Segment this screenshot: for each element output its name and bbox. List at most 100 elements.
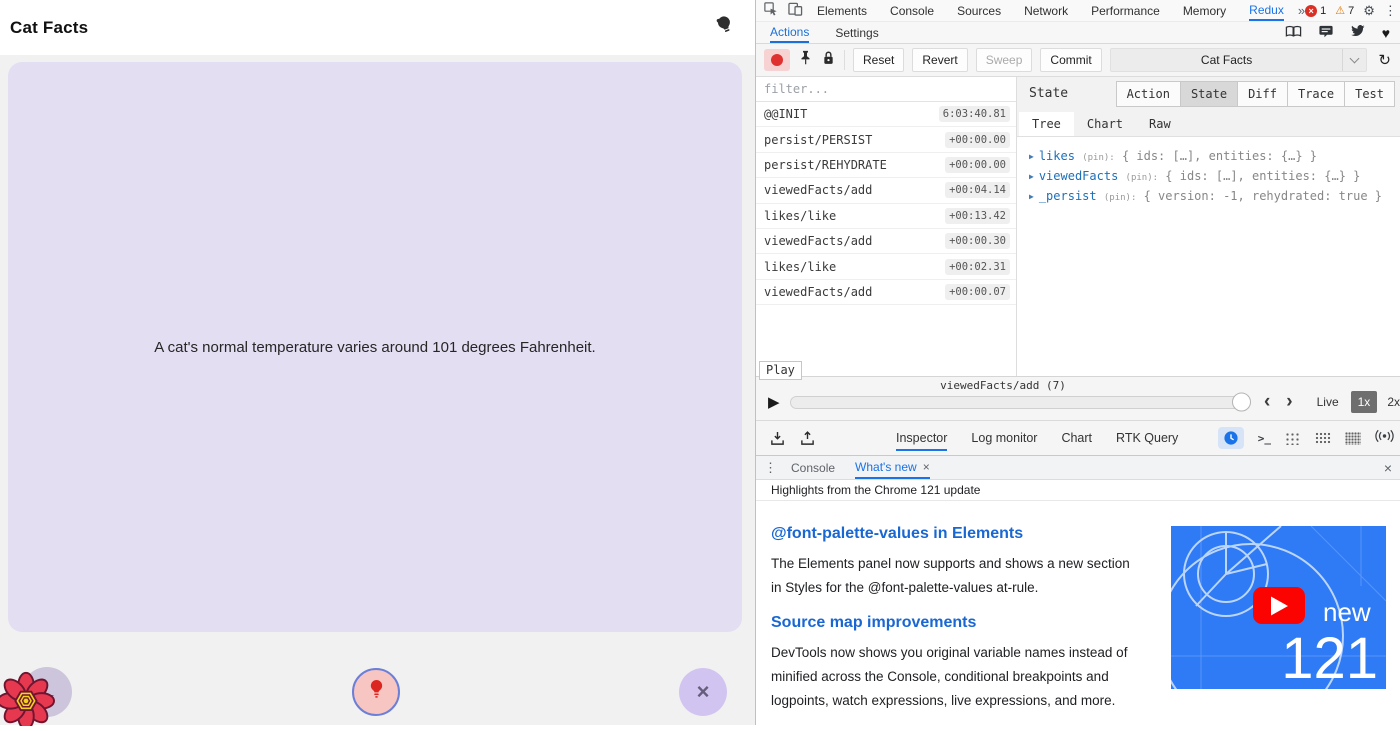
monitor-tab-inspector[interactable]: Inspector	[896, 425, 947, 451]
export-icon[interactable]	[792, 426, 822, 450]
sweep-button[interactable]: Sweep	[976, 48, 1033, 72]
monitor-tab-rtk-query[interactable]: RTK Query	[1116, 425, 1178, 451]
cat-facts-app: Cat Facts A cat's normal temperature var…	[0, 0, 755, 725]
expand-arrow-icon[interactable]: ▶	[1029, 148, 1034, 166]
action-time-badge: 6:03:40.81	[939, 106, 1010, 122]
sync-icon[interactable]: ↻	[1375, 51, 1394, 69]
reset-button[interactable]: Reset	[853, 48, 904, 72]
action-time-badge: +00:13.42	[945, 208, 1010, 224]
play-button[interactable]: ▶	[768, 393, 790, 411]
devtools-menu-icon[interactable]: ⋮	[1384, 3, 1397, 19]
broadcast-icon[interactable]	[1375, 429, 1394, 448]
tree-node-viewedfacts[interactable]: ▶viewedFacts (pin): { ids: […], entities…	[1029, 167, 1400, 187]
action-row[interactable]: viewedFacts/add+00:00.30	[756, 229, 1016, 254]
instance-name: Cat Facts	[1111, 53, 1343, 67]
revert-button[interactable]: Revert	[912, 48, 967, 72]
tab-console[interactable]: Console	[890, 1, 934, 20]
action-row[interactable]: @@INIT6:03:40.81	[756, 102, 1016, 127]
chrome-121-video-thumbnail[interactable]: new 121	[1171, 526, 1386, 689]
action-time-badge: +00:00.07	[945, 284, 1010, 300]
more-tabs-icon[interactable]: »	[1298, 3, 1305, 18]
expand-arrow-icon[interactable]: ▶	[1029, 188, 1034, 206]
drawer-tab-console[interactable]: Console	[791, 457, 835, 478]
terminal-icon[interactable]: >_	[1258, 432, 1271, 445]
tab-diff[interactable]: Diff	[1237, 81, 1288, 107]
tab-trace[interactable]: Trace	[1287, 81, 1345, 107]
whats-new-content: @font-palette-values in Elements The Ele…	[756, 501, 1400, 725]
instance-select[interactable]: Cat Facts	[1110, 48, 1368, 72]
docs-book-icon[interactable]	[1285, 25, 1302, 41]
step-back-button[interactable]: ‹	[1264, 391, 1270, 413]
drawer-tab-bar: ⋮ Console What's new × ×	[756, 455, 1400, 480]
slider-handle[interactable]	[1232, 393, 1251, 412]
pin-icon[interactable]	[798, 50, 813, 71]
tab-memory[interactable]: Memory	[1183, 1, 1226, 20]
action-time-badge: +00:04.14	[945, 182, 1010, 198]
tab-performance[interactable]: Performance	[1091, 1, 1160, 20]
close-icon: ×	[697, 679, 710, 705]
subtab-chart[interactable]: Chart	[1074, 112, 1136, 136]
live-button[interactable]: Live	[1317, 395, 1339, 409]
fact-lightbulb-button[interactable]	[352, 668, 400, 716]
flower-icon	[0, 668, 55, 731]
tab-elements[interactable]: Elements	[817, 1, 867, 20]
device-toolbar-icon[interactable]	[788, 2, 803, 19]
thumb-version-label: 121	[1281, 626, 1378, 689]
action-row[interactable]: persist/PERSIST+00:00.00	[756, 127, 1016, 152]
tab-close-icon[interactable]: ×	[923, 460, 930, 474]
monitor-tab-chart[interactable]: Chart	[1061, 425, 1092, 451]
settings-gear-icon[interactable]: ⚙	[1363, 3, 1375, 19]
subtab-raw[interactable]: Raw	[1136, 112, 1184, 136]
grid-dense-icon[interactable]	[1345, 432, 1361, 445]
tree-node-persist[interactable]: ▶_persist (pin): { version: -1, rehydrat…	[1029, 187, 1400, 207]
whats-new-link-source-map[interactable]: Source map improvements	[771, 614, 1143, 632]
playback-slider[interactable]	[790, 396, 1250, 409]
twitter-icon[interactable]	[1350, 25, 1365, 40]
drawer-close-icon[interactable]: ×	[1384, 460, 1392, 476]
heart-icon[interactable]: ♥	[1382, 25, 1390, 41]
tab-state[interactable]: State	[1180, 81, 1238, 107]
warning-badge[interactable]: ⚠ 7	[1335, 4, 1354, 17]
action-row[interactable]: likes/like+00:13.42	[756, 204, 1016, 229]
action-row[interactable]: viewedFacts/add+00:04.14	[756, 178, 1016, 203]
tree-node-likes[interactable]: ▶likes (pin): { ids: […], entities: {…} …	[1029, 147, 1400, 167]
error-badge[interactable]: × 1	[1305, 5, 1326, 17]
monitor-tab-log-monitor[interactable]: Log monitor	[971, 425, 1037, 451]
commit-button[interactable]: Commit	[1040, 48, 1101, 72]
filter-input[interactable]	[756, 77, 1016, 101]
whats-new-link-font-palette[interactable]: @font-palette-values in Elements	[771, 525, 1143, 543]
tab-settings[interactable]: Settings	[835, 23, 878, 42]
filter-box	[756, 77, 1016, 102]
speed-2x-button[interactable]: 2x	[1387, 395, 1400, 409]
action-row[interactable]: viewedFacts/add+00:00.07	[756, 280, 1016, 305]
action-list: @@INIT6:03:40.81 persist/PERSIST+00:00.0…	[756, 77, 1017, 376]
history-clock-icon[interactable]	[1218, 427, 1244, 449]
inspect-element-icon[interactable]	[764, 2, 778, 19]
feedback-icon[interactable]	[1319, 25, 1333, 41]
lightbulb-icon[interactable]	[713, 13, 739, 43]
tab-sources[interactable]: Sources	[957, 1, 1001, 20]
thumb-new-label: new	[1323, 597, 1371, 627]
lock-icon[interactable]	[821, 50, 836, 71]
tab-redux[interactable]: Redux	[1249, 0, 1284, 21]
grid-sparse-icon[interactable]	[1285, 432, 1301, 445]
tab-actions[interactable]: Actions	[770, 22, 809, 43]
tab-network[interactable]: Network	[1024, 1, 1068, 20]
whats-new-paragraph: DevTools now shows you original variable…	[771, 641, 1143, 713]
import-icon[interactable]	[762, 426, 792, 450]
tab-test[interactable]: Test	[1344, 81, 1395, 107]
drawer-menu-icon[interactable]: ⋮	[764, 460, 777, 476]
subtab-tree[interactable]: Tree	[1019, 112, 1074, 136]
drawer-tab-whats-new[interactable]: What's new ×	[855, 456, 930, 479]
state-tree: ▶likes (pin): { ids: […], entities: {…} …	[1017, 137, 1400, 376]
action-time-badge: +00:00.00	[945, 157, 1010, 173]
grid-medium-icon[interactable]	[1315, 432, 1331, 445]
expand-arrow-icon[interactable]: ▶	[1029, 168, 1034, 186]
action-row[interactable]: likes/like+00:02.31	[756, 254, 1016, 279]
record-button[interactable]	[764, 49, 790, 71]
tab-action[interactable]: Action	[1116, 81, 1181, 107]
step-forward-button[interactable]: ›	[1286, 391, 1292, 413]
action-row[interactable]: persist/REHYDRATE+00:00.00	[756, 153, 1016, 178]
speed-1x-button[interactable]: 1x	[1351, 391, 1378, 413]
dismiss-fact-button[interactable]: ×	[679, 668, 727, 716]
